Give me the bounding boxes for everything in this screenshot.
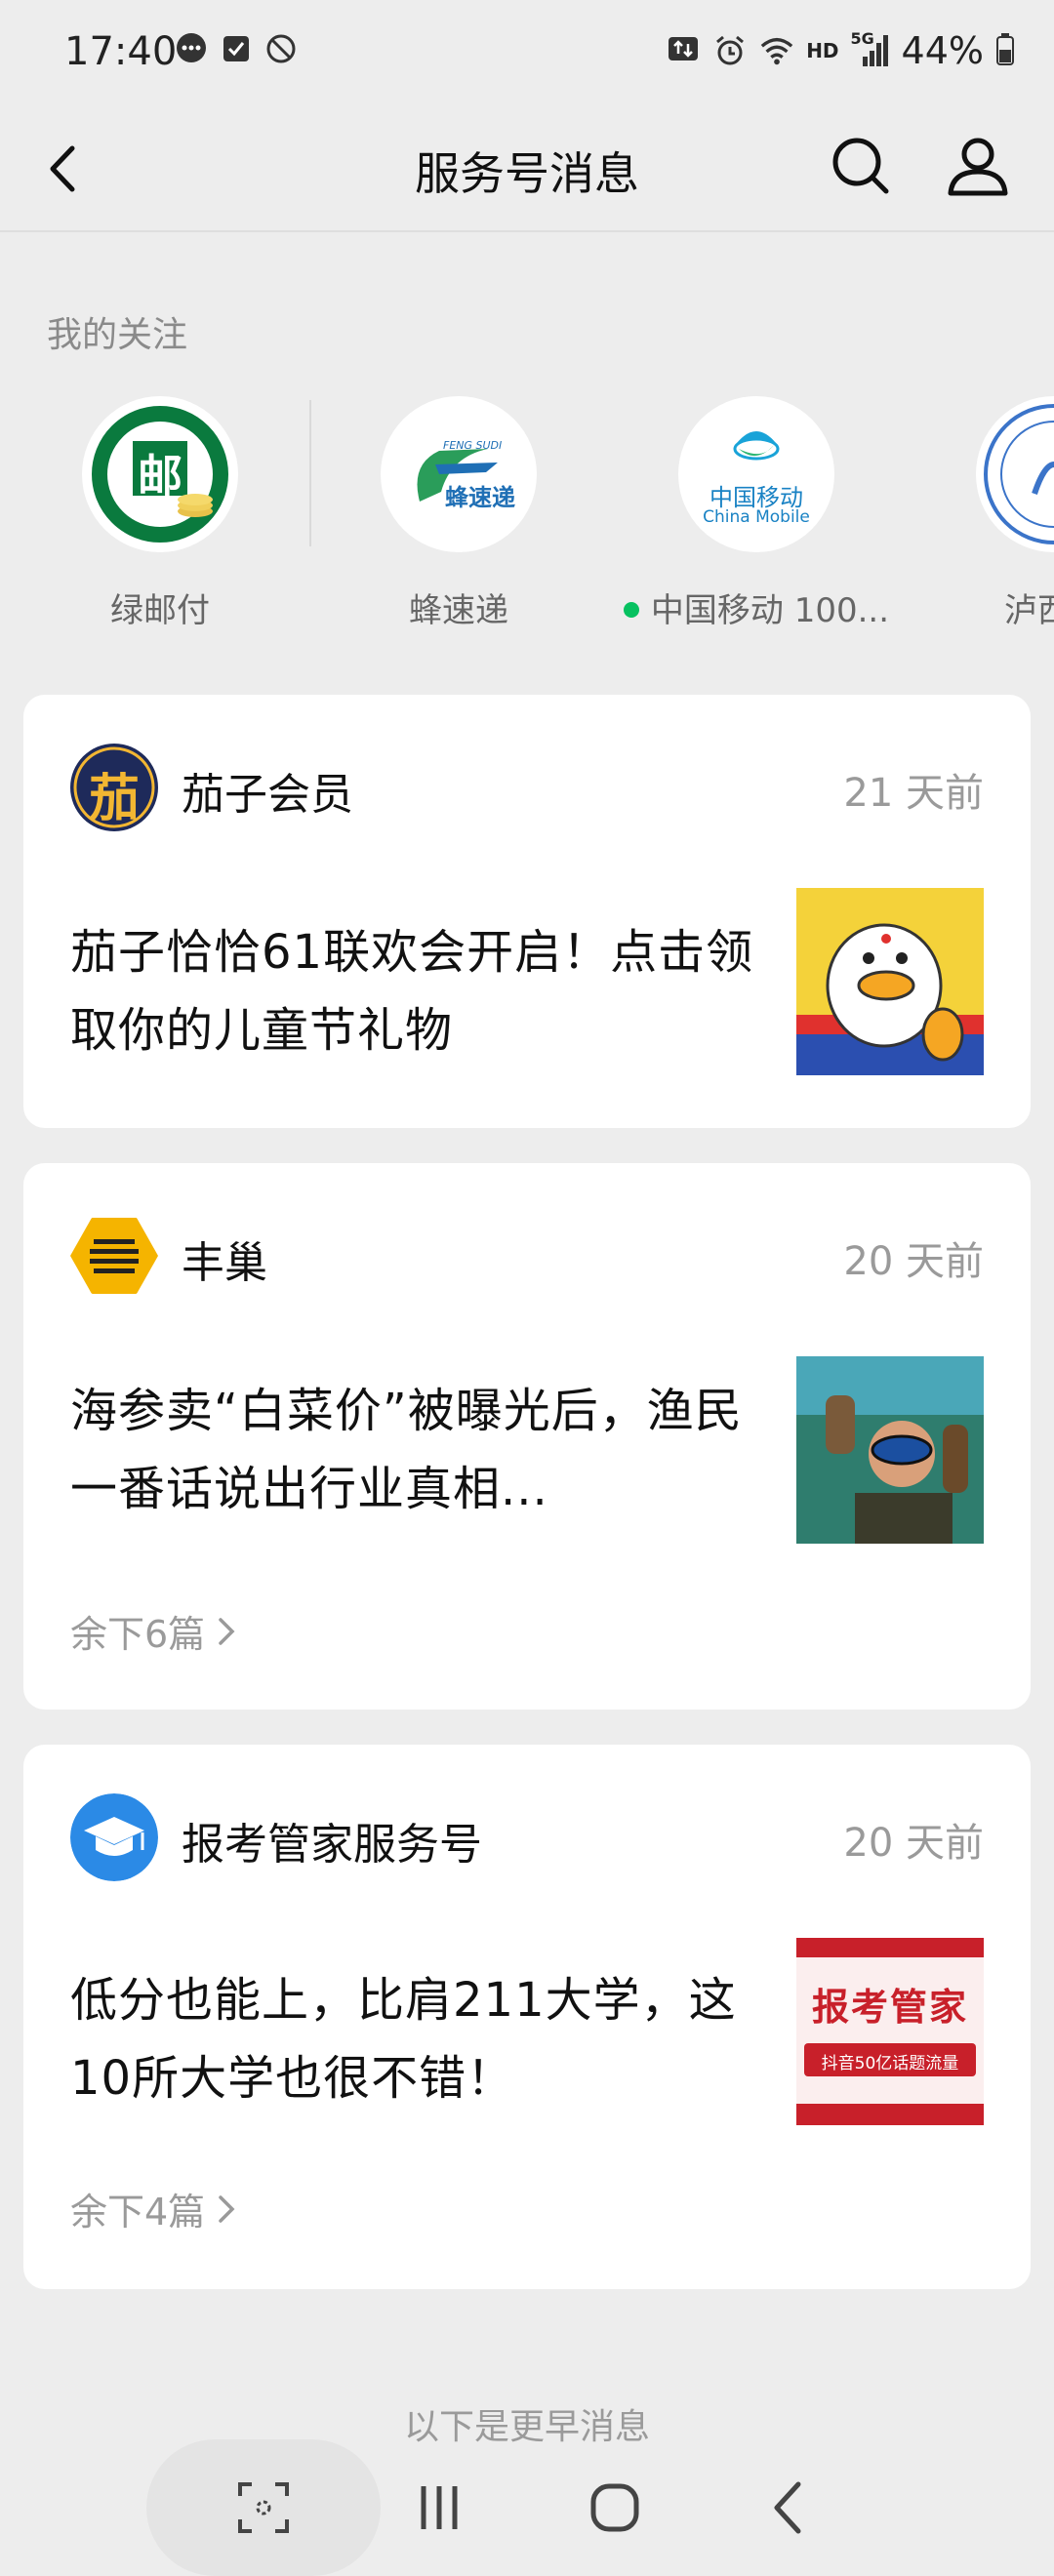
message-title[interactable]: 低分也能上，比肩211大学，这10所大学也很不错！ [70, 1961, 773, 2117]
follow-section-label: 我的关注 [47, 315, 188, 355]
message-card[interactable]: 丰巢 20 天前 海参卖“白菜价”被曝光后，渔民一番话说出行业真相... 余下6… [23, 1163, 1031, 1710]
thumb-band [796, 1938, 984, 1957]
status-time: 17:40 [64, 29, 178, 74]
account-avatar: 茄 [70, 744, 158, 831]
follow-avatar-lvyoufu: 邮 [82, 396, 238, 552]
message-thumbnail[interactable] [796, 1356, 984, 1544]
follow-name-row: 中国移动 100... [610, 584, 903, 631]
more-articles-label: 余下4篇 [70, 2191, 206, 2234]
chevron-right-icon [219, 1617, 235, 1645]
follow-item-luxi[interactable]: 泸西县 [908, 390, 1054, 644]
account-name[interactable]: 丰巢 [182, 1228, 267, 1290]
alarm-icon [712, 33, 748, 68]
message-title[interactable]: 海参卖“白菜价”被曝光后，渔民一番话说出行业真相... [70, 1372, 773, 1528]
follow-logo-text: 蜂速递 [445, 484, 515, 511]
page-title: 服务号消息 [415, 147, 639, 200]
checkbox-icon [219, 31, 254, 66]
message-title[interactable]: 茄子恰恰61联欢会开启！点击领取你的儿童节礼物 [70, 913, 773, 1069]
thumb-title: 报考管家 [811, 1986, 968, 2029]
more-articles-link[interactable]: 余下6篇 [70, 1604, 238, 1658]
screenshot-scan-icon[interactable] [234, 2478, 293, 2537]
wifi-icon [759, 33, 794, 68]
more-articles-link[interactable]: 余下4篇 [70, 2182, 238, 2235]
recents-icon[interactable] [410, 2478, 468, 2537]
chevron-right-icon [219, 2194, 235, 2223]
follow-name: 绿邮付 [110, 591, 210, 630]
unread-dot [623, 601, 639, 618]
nav-divider [0, 230, 1054, 232]
battery-percent: 44% [901, 29, 984, 72]
search-icon[interactable] [826, 131, 896, 201]
account-avatar [70, 1212, 158, 1300]
follow-list: 邮 绿邮付 FENG SUDI 蜂速递 蜂速递 中国移动 China Mobil… [0, 390, 1054, 644]
follow-separator [309, 400, 311, 546]
system-nav-bar [0, 2439, 1054, 2576]
message-thumbnail[interactable] [796, 888, 984, 1075]
user-icon[interactable] [943, 131, 1013, 201]
account-name[interactable]: 茄子会员 [182, 759, 353, 822]
follow-item-china-mobile[interactable]: 中国移动 China Mobile 中国移动 100... [610, 390, 903, 644]
data-transfer-icon [666, 33, 701, 68]
follow-logo-subtext: FENG SUDI [443, 439, 503, 452]
follow-item-fengsudi[interactable]: FENG SUDI 蜂速递 蜂速递 [312, 390, 605, 644]
account-avatar [70, 1793, 158, 1881]
message-bubble-icon [174, 31, 209, 66]
back-icon[interactable] [761, 2478, 820, 2537]
message-time: 21 天前 [843, 771, 984, 816]
message-time: 20 天前 [843, 1239, 984, 1284]
account-name[interactable]: 报考管家服务号 [182, 1809, 482, 1872]
home-icon[interactable] [586, 2478, 644, 2537]
account-avatar-text: 茄 [88, 770, 140, 828]
status-left-icons [174, 31, 299, 66]
dnd-icon [264, 31, 299, 66]
follow-logo-subtext: China Mobile [703, 507, 810, 527]
message-thumbnail[interactable]: 报考管家 抖音50亿话题流量 [796, 1938, 984, 2125]
status-bar: 17:40 HD 5G 44% [0, 0, 1054, 107]
follow-name: 蜂速递 [409, 591, 508, 630]
nav-bar: 服务号消息 [0, 107, 1054, 232]
hd-label: HD [806, 39, 839, 62]
follow-name: 泸西县 [1004, 591, 1054, 630]
follow-logo-text: 邮 [138, 450, 182, 503]
message-time: 20 天前 [843, 1821, 984, 1866]
message-card[interactable]: 报考管家服务号 20 天前 低分也能上，比肩211大学，这10所大学也很不错！ … [23, 1745, 1031, 2289]
follow-avatar-fengsudi: FENG SUDI 蜂速递 [381, 396, 537, 552]
message-card[interactable]: 茄 茄子会员 21 天前 茄子恰恰61联欢会开启！点击领取你的儿童节礼物 [23, 695, 1031, 1128]
battery-icon [995, 32, 1015, 69]
signal-icon: 5G [851, 29, 890, 68]
follow-item-lvyoufu[interactable]: 邮 绿邮付 [14, 390, 306, 644]
more-articles-label: 余下6篇 [70, 1613, 206, 1656]
status-right-icons: HD 5G 44% [666, 29, 1015, 72]
thumb-band-bottom [796, 2104, 984, 2125]
thumb-subtitle: 抖音50亿话题流量 [821, 2054, 959, 2073]
follow-name: 中国移动 100... [650, 591, 890, 630]
follow-avatar-china-mobile: 中国移动 China Mobile [678, 396, 834, 552]
follow-avatar-luxi [976, 396, 1054, 552]
